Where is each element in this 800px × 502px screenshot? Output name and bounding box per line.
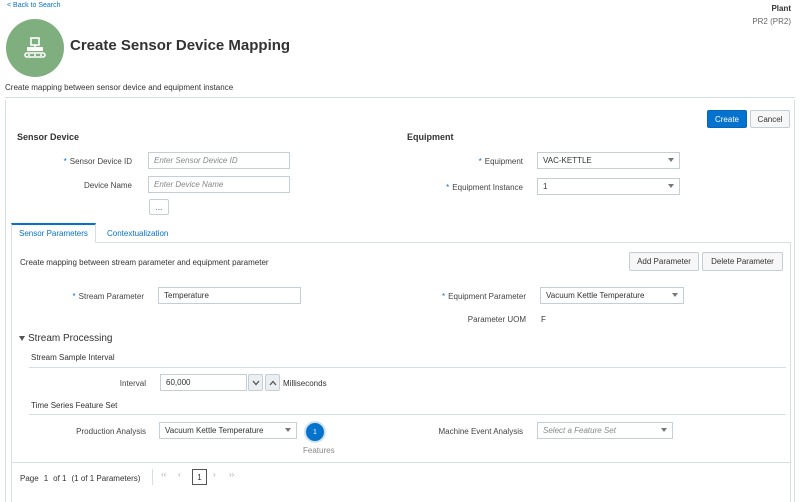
pager-of-label: of 1 (53, 474, 67, 483)
back-to-search-link[interactable]: < Back to Search (7, 2, 61, 9)
equipment-select[interactable]: VAC-KETTLE (537, 152, 680, 169)
chevron-down-icon (668, 184, 674, 188)
sample-interval-divider (29, 367, 786, 368)
stream-sample-interval-title: Stream Sample Interval (31, 353, 115, 362)
chevron-down-icon (672, 293, 678, 297)
page-title: Create Sensor Device Mapping (70, 37, 291, 54)
device-name-label: Device Name (83, 181, 132, 190)
interval-decrement-button[interactable] (248, 374, 263, 391)
tab-sensor-parameters[interactable]: Sensor Parameters (11, 223, 96, 243)
pager-page-number: 1 (43, 474, 49, 483)
chevron-down-icon (661, 428, 667, 432)
header-divider (5, 97, 795, 98)
equipment-section-title: Equipment (407, 132, 454, 142)
equipment-select-value: VAC-KETTLE (543, 156, 592, 165)
add-parameter-button[interactable]: Add Parameter (629, 252, 699, 271)
last-page-icon[interactable]: ›› (229, 470, 234, 479)
tab-contextualization[interactable]: Contextualization (100, 223, 175, 243)
interval-unit: Milliseconds (283, 379, 327, 388)
tab-content-panel (11, 242, 791, 502)
plant-value: PR2 (PR2) (752, 17, 791, 26)
stream-processing-toggle[interactable]: Stream Processing (19, 333, 112, 344)
page-subtitle: Create mapping between sensor device and… (5, 83, 234, 92)
chevron-down-icon (285, 428, 291, 432)
pager-divider (11, 462, 791, 463)
collapse-triangle-icon (19, 336, 25, 341)
delete-parameter-button[interactable]: Delete Parameter (702, 252, 783, 271)
search-device-button[interactable]: ... (149, 199, 169, 215)
time-series-feature-set-title: Time Series Feature Set (31, 401, 118, 410)
cancel-button[interactable]: Cancel (750, 110, 790, 128)
sensor-device-id-input[interactable]: Enter Sensor Device ID (148, 152, 290, 169)
equipment-instance-select[interactable]: 1 (537, 178, 680, 195)
equipment-instance-label: * Equipment Instance (446, 183, 523, 192)
machine-event-analysis-select[interactable]: Select a Feature Set (537, 422, 673, 439)
sensor-params-description: Create mapping between stream parameter … (20, 258, 269, 267)
pager-page-label: Page (20, 474, 39, 483)
next-page-icon[interactable]: › (213, 470, 216, 479)
stream-parameter-label: * Stream Parameter (72, 292, 144, 301)
plant-label: Plant (771, 4, 791, 13)
production-analysis-select[interactable]: Vacuum Kettle Temperature (159, 422, 297, 439)
pager-separator (152, 469, 153, 485)
first-page-icon[interactable]: ‹‹ (161, 470, 166, 479)
equipment-parameter-select-value: Vacuum Kettle Temperature (546, 291, 645, 300)
interval-label: Interval (119, 379, 146, 388)
parameter-uom-label: Parameter UOM (467, 315, 526, 324)
interval-input[interactable]: 60,000 (160, 374, 247, 391)
machine-event-analysis-label: Machine Event Analysis (438, 427, 524, 436)
chevron-down-icon (668, 158, 674, 162)
production-analysis-select-value: Vacuum Kettle Temperature (165, 426, 264, 435)
sensor-device-id-label: * Sensor Device ID (63, 157, 132, 166)
sensor-conveyor-icon (24, 37, 46, 58)
equipment-instance-select-value: 1 (543, 182, 548, 191)
stream-processing-title: Stream Processing (28, 333, 113, 344)
stream-parameter-input[interactable]: Temperature (158, 287, 301, 304)
sensor-device-section-title: Sensor Device (17, 132, 80, 142)
pager-info: Page 1 of 1 (1 of 1 Parameters) (20, 474, 140, 483)
device-name-input[interactable]: Enter Device Name (148, 176, 290, 193)
sensor-device-avatar (6, 19, 64, 77)
machine-event-analysis-placeholder: Select a Feature Set (543, 426, 616, 435)
chevron-up-icon (269, 380, 276, 385)
feature-set-divider (29, 414, 786, 415)
parameter-uom-value: F (541, 315, 546, 324)
features-label: Features (303, 446, 335, 455)
equipment-parameter-select[interactable]: Vacuum Kettle Temperature (540, 287, 684, 304)
pager-summary: (1 of 1 Parameters) (71, 474, 141, 483)
previous-page-icon[interactable]: ‹ (178, 470, 181, 479)
production-analysis-label: Production Analysis (76, 427, 146, 436)
equipment-parameter-label: * Equipment Parameter (442, 292, 526, 301)
features-count-badge[interactable]: 1 (304, 421, 326, 443)
interval-increment-button[interactable] (265, 374, 280, 391)
current-page-button[interactable]: 1 (192, 469, 207, 485)
chevron-down-icon (252, 380, 259, 385)
equipment-label: * Equipment (478, 157, 523, 166)
create-button[interactable]: Create (707, 110, 747, 128)
